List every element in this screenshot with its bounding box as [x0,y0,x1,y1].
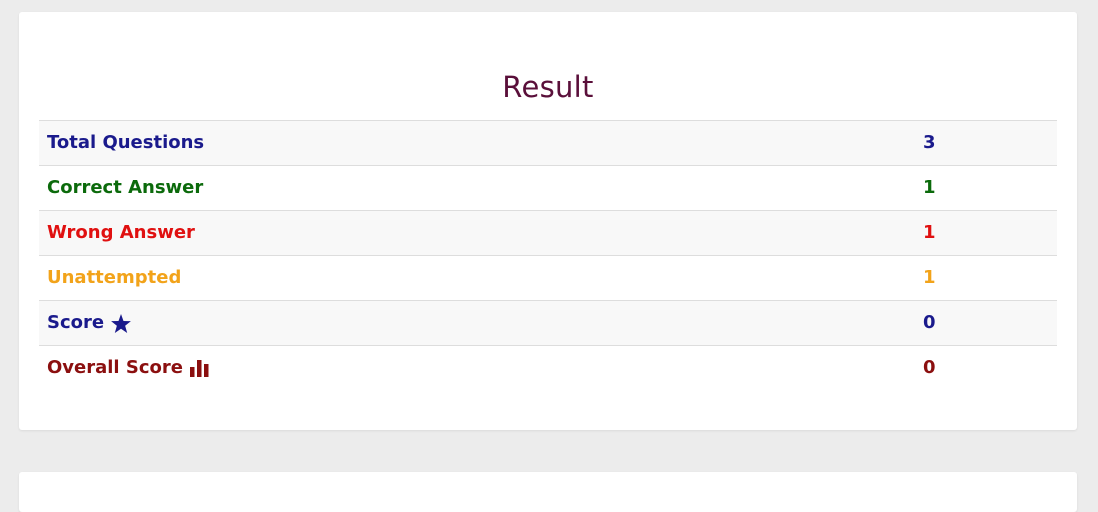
row-overall-score: Overall Score 0 [39,346,1057,390]
score-value: 0 [923,312,936,333]
row-score: Score 0 [39,301,1057,346]
unattempted-label: Unattempted [47,256,181,300]
row-wrong-answer: Wrong Answer 1 [39,211,1057,256]
unattempted-value: 1 [923,267,936,288]
correct-answer-label: Correct Answer [47,166,203,210]
overall-score-label: Overall Score [47,346,210,390]
star-icon [111,313,132,333]
overall-score-value: 0 [923,357,936,378]
total-questions-label-text: Total Questions [47,132,205,153]
result-title: Result [502,70,594,104]
correct-answer-value: 1 [923,177,936,198]
score-label-text: Score [47,312,105,333]
row-total-questions: Total Questions 3 [39,121,1057,166]
total-questions-label: Total Questions [47,121,204,165]
wrong-answer-label: Wrong Answer [47,211,195,255]
overall-score-label-text: Overall Score [47,357,183,378]
wrong-answer-label-text: Wrong Answer [47,222,195,243]
bar-chart-icon [189,359,210,377]
row-correct-answer: Correct Answer 1 [39,166,1057,211]
result-table: Total Questions 3 Correct Answer 1 Wrong… [39,120,1057,390]
total-questions-value: 3 [923,132,936,153]
unattempted-label-text: Unattempted [47,267,182,288]
wrong-answer-value: 1 [923,222,936,243]
result-card: Result Total Questions 3 Correct Answer … [19,12,1077,430]
secondary-card [19,472,1077,512]
row-unattempted: Unattempted 1 [39,256,1057,301]
correct-answer-label-text: Correct Answer [47,177,204,198]
score-label: Score [47,301,132,345]
